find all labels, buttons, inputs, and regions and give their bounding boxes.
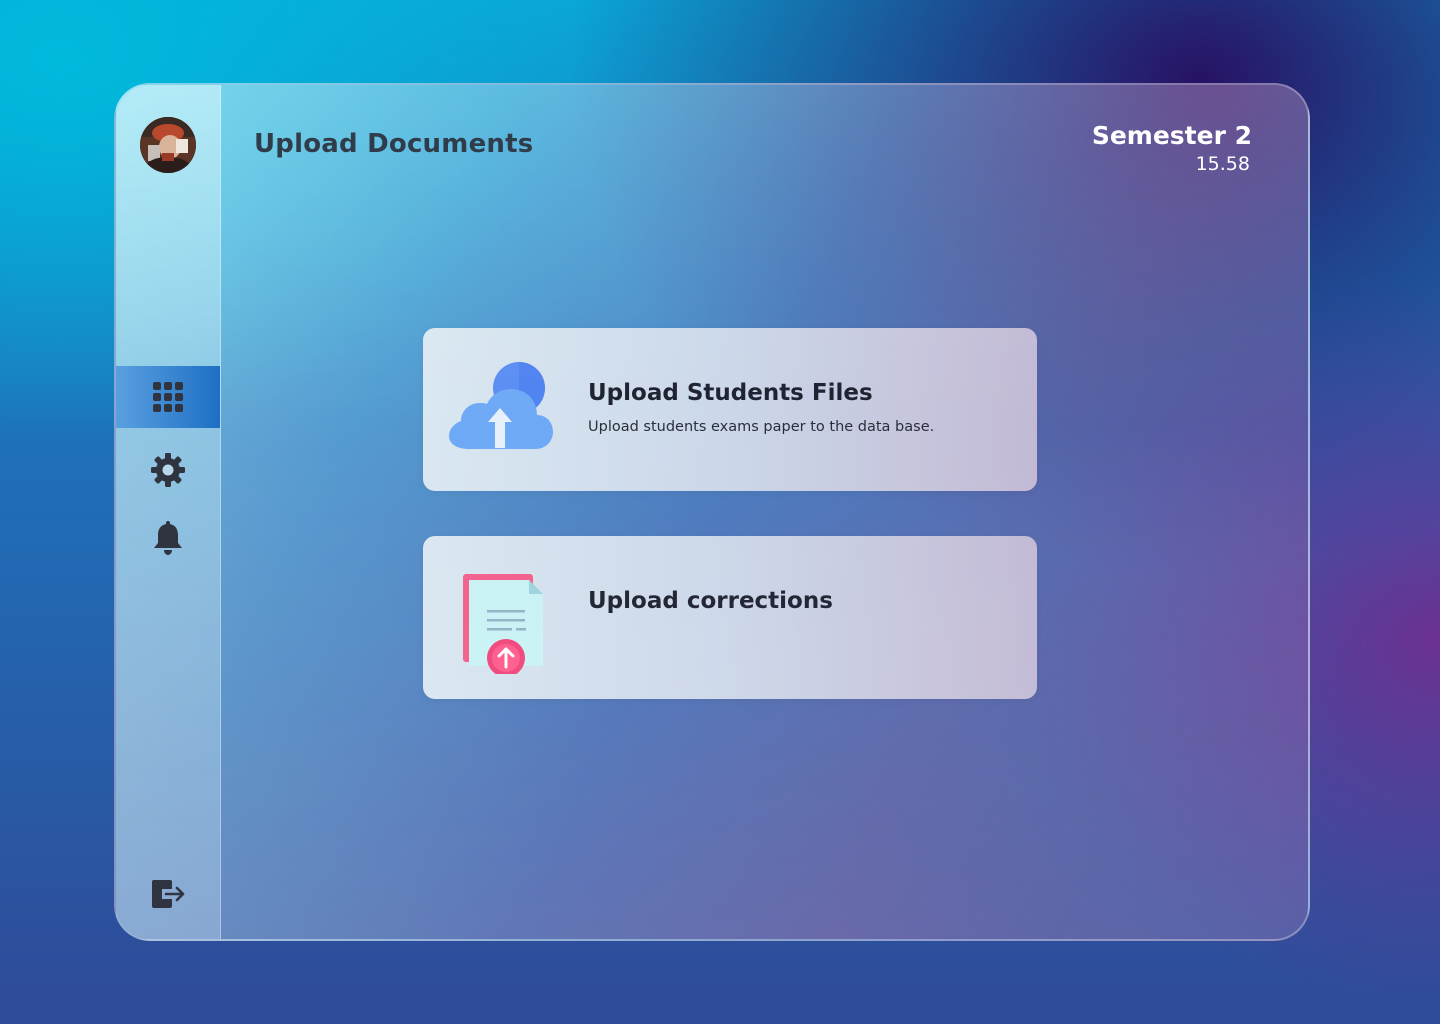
card-title: Upload Students Files	[588, 380, 873, 406]
logout-icon	[152, 880, 185, 908]
grid-icon	[153, 382, 183, 412]
semester-info: Semester 2 15.58	[1092, 121, 1252, 177]
sidebar-item-notifications[interactable]	[116, 507, 220, 569]
upload-corrections-card[interactable]: Upload corrections	[423, 536, 1037, 699]
logout-button[interactable]	[116, 863, 220, 925]
current-time: 15.58	[1195, 153, 1250, 175]
user-avatar[interactable]	[140, 117, 196, 173]
sidebar	[116, 85, 221, 939]
sidebar-item-dashboard[interactable]	[116, 366, 220, 428]
bell-icon	[154, 521, 182, 555]
cloud-upload-icon	[447, 356, 557, 466]
upload-students-files-card[interactable]: Upload Students Files Upload students ex…	[423, 328, 1037, 491]
document-upload-icon	[447, 564, 557, 677]
gear-icon	[151, 453, 185, 487]
page-title: Upload Documents	[254, 129, 534, 159]
semester-label: Semester 2	[1091, 121, 1252, 150]
avatar-image	[140, 117, 196, 173]
card-title: Upload corrections	[588, 588, 833, 614]
sidebar-item-settings[interactable]	[116, 439, 220, 501]
card-description: Upload students exams paper to the data …	[588, 419, 935, 435]
main-panel: Upload Documents Semester 2 15.58 Upload…	[114, 83, 1310, 941]
